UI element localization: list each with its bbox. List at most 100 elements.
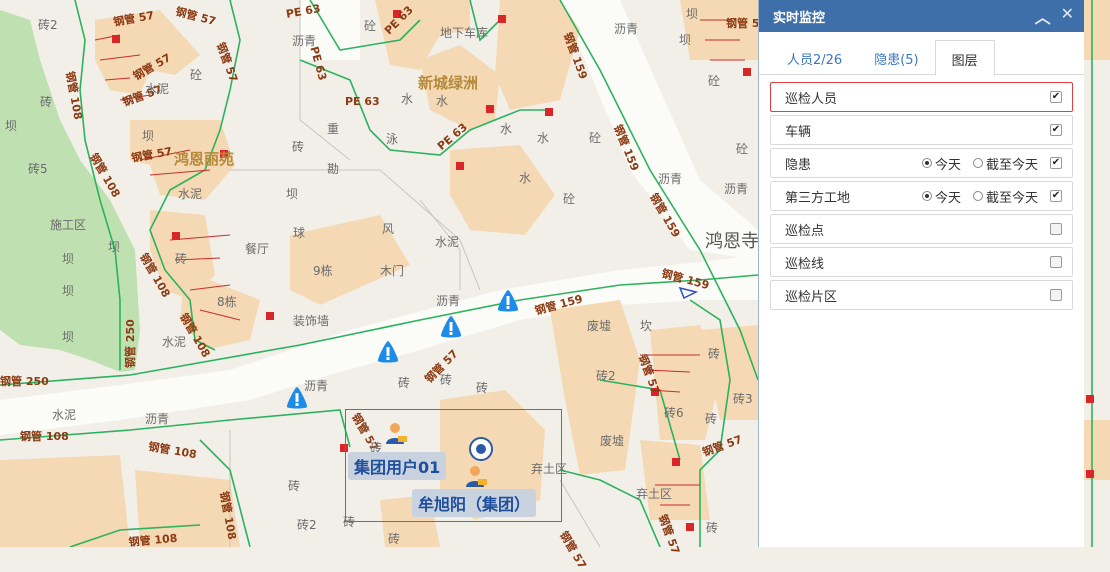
area-label: 水泥	[145, 82, 170, 96]
layer-checkbox[interactable]: ✔	[1050, 91, 1062, 103]
tab-personnel[interactable]: 人员2/26	[771, 40, 858, 74]
radio-until-today[interactable]: 截至今天	[972, 187, 1038, 206]
area-label: 砖	[398, 376, 411, 390]
layer-row-inspectors[interactable]: 巡检人员 ✔	[770, 82, 1073, 112]
layer-row-third-party-sites[interactable]: 第三方工地 今天 截至今天 ✔	[770, 181, 1073, 211]
area-label: 坝	[142, 129, 155, 143]
area-label: 水泥	[52, 408, 77, 422]
area-label: 重	[327, 122, 340, 136]
area-label: 水	[401, 92, 414, 106]
area-label: 木门	[380, 264, 405, 278]
layer-name: 车辆	[785, 124, 812, 140]
close-icon[interactable]: ✕	[1061, 4, 1074, 28]
inspector-person-icon[interactable]	[383, 420, 409, 446]
area-label: 砼	[563, 192, 576, 206]
layer-name: 巡检人员	[785, 91, 838, 107]
area-label: 泳	[386, 132, 399, 146]
pipe-label: PE 63	[345, 95, 380, 108]
estate-name-label-2: 鸿恩丽苑	[174, 150, 235, 168]
collapse-icon[interactable]: ︿	[1035, 4, 1051, 28]
layer-row-inspection-lines[interactable]: 巡检线	[770, 247, 1073, 277]
radio-dot[interactable]	[972, 191, 983, 201]
warning-icon[interactable]	[438, 314, 464, 340]
area-label: 砼	[190, 68, 203, 82]
area-label: 砖	[440, 373, 453, 387]
area-label: 砖3	[733, 392, 753, 406]
person-label[interactable]: 集团用户01	[348, 452, 447, 480]
pipe-label: 钢管 250	[124, 319, 137, 368]
area-label: 水	[500, 122, 513, 136]
area-label: 废墟	[600, 434, 625, 448]
panel-title: 实时监控	[773, 10, 826, 26]
radio-today[interactable]: 今天	[921, 187, 961, 206]
warning-icon[interactable]	[495, 288, 521, 314]
area-label: 沥青	[145, 412, 170, 426]
area-label: 球	[293, 226, 306, 240]
layer-checkbox[interactable]	[1050, 223, 1062, 235]
area-label: 沥青	[614, 22, 639, 36]
area-label: 风	[382, 222, 395, 236]
tab-hazards[interactable]: 隐患(5)	[858, 40, 934, 74]
radio-dot[interactable]	[972, 158, 983, 168]
layer-checkbox[interactable]	[1050, 289, 1062, 301]
area-label: 水泥	[162, 335, 187, 349]
area-label: 坝	[286, 187, 299, 201]
area-label: 勘	[327, 162, 340, 176]
realtime-monitor-panel: 实时监控 ︿ ✕ 人员2/26 隐患(5) 图层 巡检人员 ✔ 车辆 ✔ 隐患 …	[758, 0, 1084, 547]
area-label: 砖5	[28, 162, 48, 176]
area-label: 坝	[62, 284, 75, 298]
estate-name-label: 新城绿洲	[418, 74, 479, 92]
area-label: 水泥	[435, 235, 460, 249]
map-right-strip	[1083, 0, 1110, 547]
location-target-icon[interactable]	[468, 436, 494, 462]
layer-checkbox[interactable]	[1050, 256, 1062, 268]
area-label: 餐厅	[245, 242, 270, 256]
warning-icon[interactable]	[375, 339, 401, 365]
inspector-person-icon[interactable]	[463, 463, 489, 489]
radio-today[interactable]: 今天	[921, 154, 961, 173]
person-label[interactable]: 牟旭阳（集团）	[412, 489, 537, 517]
road-name-label: 鸿恩寺	[705, 231, 759, 252]
area-label: 水泥	[178, 187, 203, 201]
area-label: 水	[436, 94, 449, 108]
area-label: 砖	[292, 140, 305, 154]
area-label: 砖	[288, 479, 301, 493]
pipe-label: 钢管 250	[0, 375, 49, 388]
area-label: 坝	[5, 119, 18, 133]
layer-checkbox[interactable]: ✔	[1050, 124, 1062, 136]
layer-row-vehicles[interactable]: 车辆 ✔	[770, 115, 1073, 145]
panel-tabs: 人员2/26 隐患(5) 图层	[759, 32, 1084, 76]
area-label: 砖6	[664, 406, 684, 420]
area-label: 9栋	[313, 264, 333, 278]
area-label: 砼	[708, 74, 721, 88]
radio-dot[interactable]	[921, 158, 932, 168]
area-label: 废墟	[587, 319, 612, 333]
area-label: 坝	[62, 330, 75, 344]
area-label: 沥青	[658, 172, 683, 186]
layer-row-hazards[interactable]: 隐患 今天 截至今天 ✔	[770, 148, 1073, 178]
layer-name: 巡检点	[785, 223, 825, 239]
area-label: 坝	[686, 7, 699, 21]
layer-checkbox[interactable]: ✔	[1050, 190, 1062, 202]
layer-row-inspection-zones[interactable]: 巡检片区	[770, 280, 1073, 310]
radio-dot[interactable]	[921, 191, 932, 201]
radio-until-today[interactable]: 截至今天	[972, 154, 1038, 173]
area-label: 砖2	[596, 369, 616, 383]
area-label: 砼	[364, 19, 377, 33]
layer-checkbox[interactable]: ✔	[1050, 157, 1062, 169]
layer-name: 第三方工地	[785, 190, 851, 206]
area-label: 砖	[40, 95, 53, 109]
tab-layers[interactable]: 图层	[934, 40, 995, 76]
area-label: 沥青	[292, 34, 317, 48]
area-label: 砖2	[297, 518, 317, 532]
layer-name: 隐患	[785, 157, 812, 173]
warning-icon[interactable]	[284, 385, 310, 411]
area-label: 坝	[108, 240, 121, 254]
pipe-label: 钢管 108	[20, 430, 69, 443]
layer-row-inspection-points[interactable]: 巡检点	[770, 214, 1073, 244]
area-label: 弃土区	[636, 487, 673, 501]
area-label: 水	[537, 131, 550, 145]
area-label: 水	[519, 171, 532, 185]
area-label: 砖	[705, 412, 718, 426]
layer-list: 巡检人员 ✔ 车辆 ✔ 隐患 今天 截至今天 ✔ 第三方工地 今天 截至今天 ✔…	[759, 75, 1084, 310]
